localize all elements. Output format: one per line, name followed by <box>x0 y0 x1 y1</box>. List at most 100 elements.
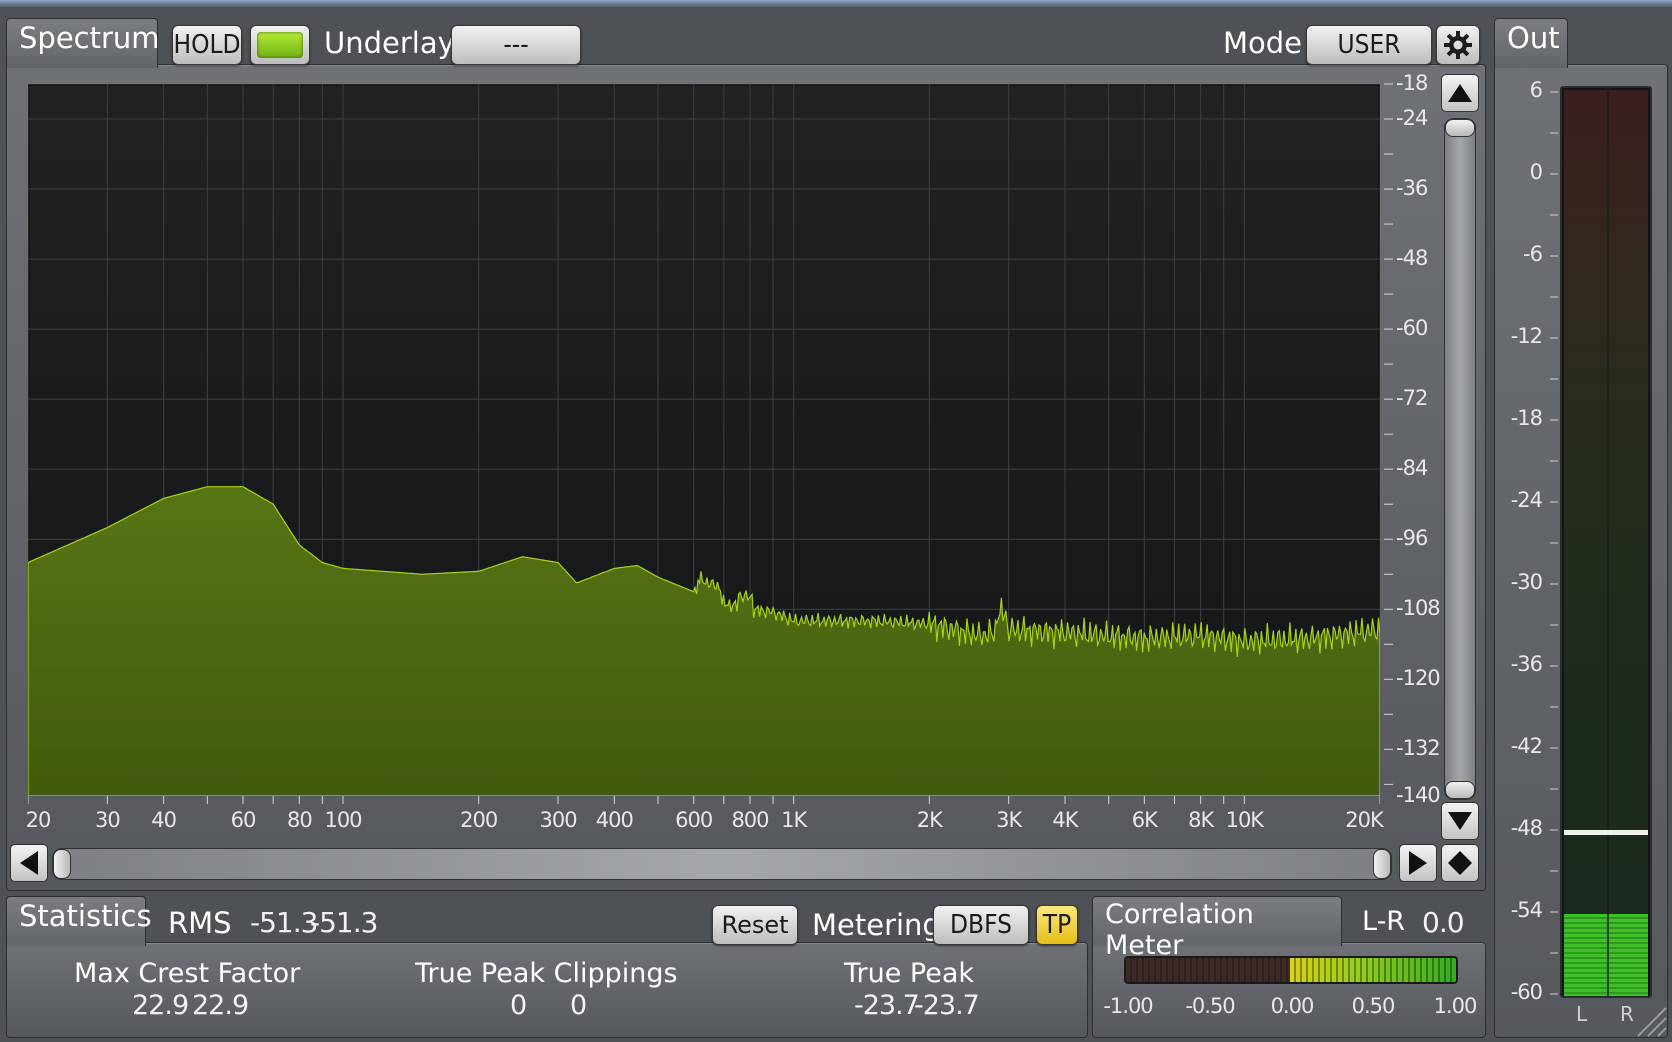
true-peak-clippings-label: True Peak Clippings <box>415 958 678 989</box>
db-tick-label: -120 <box>1396 666 1441 691</box>
db-tick-label: -36 <box>1396 176 1428 201</box>
rms-value-r: -51.3 <box>310 906 378 939</box>
max-crest-label: Max Crest Factor <box>74 958 301 989</box>
out-scale-label: -30 <box>1510 570 1543 594</box>
scroll-left-button[interactable] <box>10 844 48 882</box>
spectrum-db-axis: -18 -24 -36 -48 -60 -72 -84 -96 -108 -120 -132 -140 <box>1384 70 1441 810</box>
scroll-up-button[interactable] <box>1441 74 1479 112</box>
freq-tick-label: 800 <box>731 808 769 832</box>
vertical-zoom-handle-top[interactable] <box>1445 119 1475 137</box>
out-channel-l: L <box>1576 1002 1587 1026</box>
true-peak-clippings-value-l: 0 <box>510 990 527 1021</box>
rms-label: RMS <box>168 906 232 940</box>
tab-statistics[interactable]: Statistics <box>6 896 152 946</box>
db-tick-label: -132 <box>1396 736 1441 761</box>
db-tick-label: -140 <box>1396 783 1441 807</box>
hold-indicator-toggle[interactable] <box>250 25 310 65</box>
freq-tick-label: 20K <box>1345 808 1383 832</box>
freq-tick-label: 1K <box>781 808 807 832</box>
arrow-left-icon <box>20 851 38 875</box>
freq-tick-label: 8K <box>1188 808 1214 832</box>
freq-tick-label: 30 <box>94 808 121 832</box>
out-meter-scale-tickmarks <box>1550 91 1558 995</box>
out-meter-channel-divider <box>1607 88 1609 996</box>
resize-grip-icon[interactable] <box>1630 1000 1668 1038</box>
mode-select[interactable]: USER <box>1306 25 1432 65</box>
out-meter-peak-hold <box>1564 830 1648 835</box>
tab-correlation-meter[interactable]: Correlation Meter <box>1092 896 1342 961</box>
freq-tick-label: 6K <box>1131 808 1158 832</box>
mode-label: Mode <box>1223 26 1303 60</box>
out-meter-scale: 6 0 -6 -12 -18 -24 -30 -36 -42 -48 -54 -60 <box>1500 70 1560 1010</box>
correlation-bar <box>1124 956 1458 984</box>
tab-spectrum-label: Spectrum <box>19 21 160 55</box>
out-scale-label: -60 <box>1510 980 1543 1004</box>
out-scale-label: -24 <box>1510 488 1543 512</box>
scroll-down-button[interactable] <box>1441 802 1479 840</box>
horizontal-zoom-handle-right[interactable] <box>1373 849 1391 879</box>
diamond-icon <box>1448 851 1472 875</box>
db-tick-label: -108 <box>1396 596 1441 621</box>
freq-tick-label: 40 <box>151 808 177 832</box>
spectrum-plot <box>28 84 1380 796</box>
out-scale-label: -36 <box>1510 652 1543 676</box>
out-meter-range-gradient <box>1564 90 1648 994</box>
true-peak-value-l: -23.7 <box>854 990 920 1021</box>
db-tick-label: -72 <box>1396 386 1428 411</box>
hold-button[interactable]: HOLD <box>172 25 242 65</box>
out-scale-label: -18 <box>1510 406 1543 430</box>
db-tick-label: -96 <box>1396 526 1428 551</box>
out-meter-level <box>1564 914 1648 996</box>
lr-label: L-R <box>1362 906 1406 937</box>
correlation-bar-active <box>1290 958 1456 982</box>
rms-value-l: -51.3 <box>250 906 318 939</box>
db-tick-label: -84 <box>1396 456 1428 481</box>
lr-value: 0.0 <box>1422 906 1465 939</box>
tab-statistics-label: Statistics <box>19 899 152 933</box>
gear-icon <box>1444 31 1472 59</box>
true-peak-clippings-value-r: 0 <box>570 990 587 1021</box>
db-tick-label: -48 <box>1396 246 1428 271</box>
correlation-tick-label: 0.00 <box>1270 994 1315 1018</box>
reset-button[interactable]: Reset <box>712 905 798 945</box>
freq-tick-label: 2K <box>916 808 943 832</box>
hold-button-label: HOLD <box>173 30 241 60</box>
out-meter <box>1560 86 1652 998</box>
out-scale-label: -42 <box>1510 734 1543 758</box>
metering-select[interactable]: DBFS <box>933 905 1029 945</box>
out-scale-label: -6 <box>1523 242 1543 266</box>
correlation-tick-label: -0.50 <box>1185 994 1235 1018</box>
freq-tick-label: 10K <box>1225 808 1264 832</box>
horizontal-zoom-track[interactable] <box>52 848 1392 880</box>
freq-tick-label: 400 <box>595 808 634 832</box>
arrow-down-icon <box>1448 812 1472 830</box>
spectrum-freq-axis-tickmarks <box>28 796 1380 804</box>
db-tick-label: -60 <box>1396 316 1428 341</box>
max-crest-value-l: 22.9 <box>132 990 189 1021</box>
freq-tick-label: 100 <box>324 808 362 832</box>
max-crest-value-r: 22.9 <box>192 990 249 1021</box>
true-peak-value-r: -23.7 <box>914 990 980 1021</box>
freq-tick-label: 80 <box>286 808 313 832</box>
correlation-tick-label: 0.50 <box>1351 994 1396 1018</box>
tab-out[interactable]: Out <box>1494 18 1568 68</box>
db-tick-label: -24 <box>1396 106 1428 131</box>
underlay-select[interactable]: --- <box>451 25 581 65</box>
arrow-right-icon <box>1409 851 1427 875</box>
out-scale-label: 6 <box>1529 78 1543 102</box>
true-peak-label: True Peak <box>844 958 975 989</box>
settings-button[interactable] <box>1436 25 1480 65</box>
out-scale-label: -48 <box>1510 816 1543 840</box>
scroll-right-button[interactable] <box>1399 844 1437 882</box>
tab-spectrum[interactable]: Spectrum <box>6 18 160 68</box>
metering-label: Metering <box>812 908 941 942</box>
correlation-tick-label: 1.00 <box>1433 994 1478 1018</box>
horizontal-zoom-handle-left[interactable] <box>53 849 71 879</box>
reset-zoom-button[interactable] <box>1441 844 1479 882</box>
true-peak-toggle[interactable]: TP <box>1036 905 1078 945</box>
arrow-up-icon <box>1448 84 1472 102</box>
spectrum-freq-axis: 20 30 40 60 80 100 200 300 400 600 800 1K 2K 3K 4K 6K 8K… <box>26 796 1384 836</box>
vertical-zoom-track[interactable] <box>1444 118 1476 800</box>
out-scale-label: -12 <box>1510 324 1543 348</box>
vertical-zoom-handle-bottom[interactable] <box>1445 781 1475 799</box>
